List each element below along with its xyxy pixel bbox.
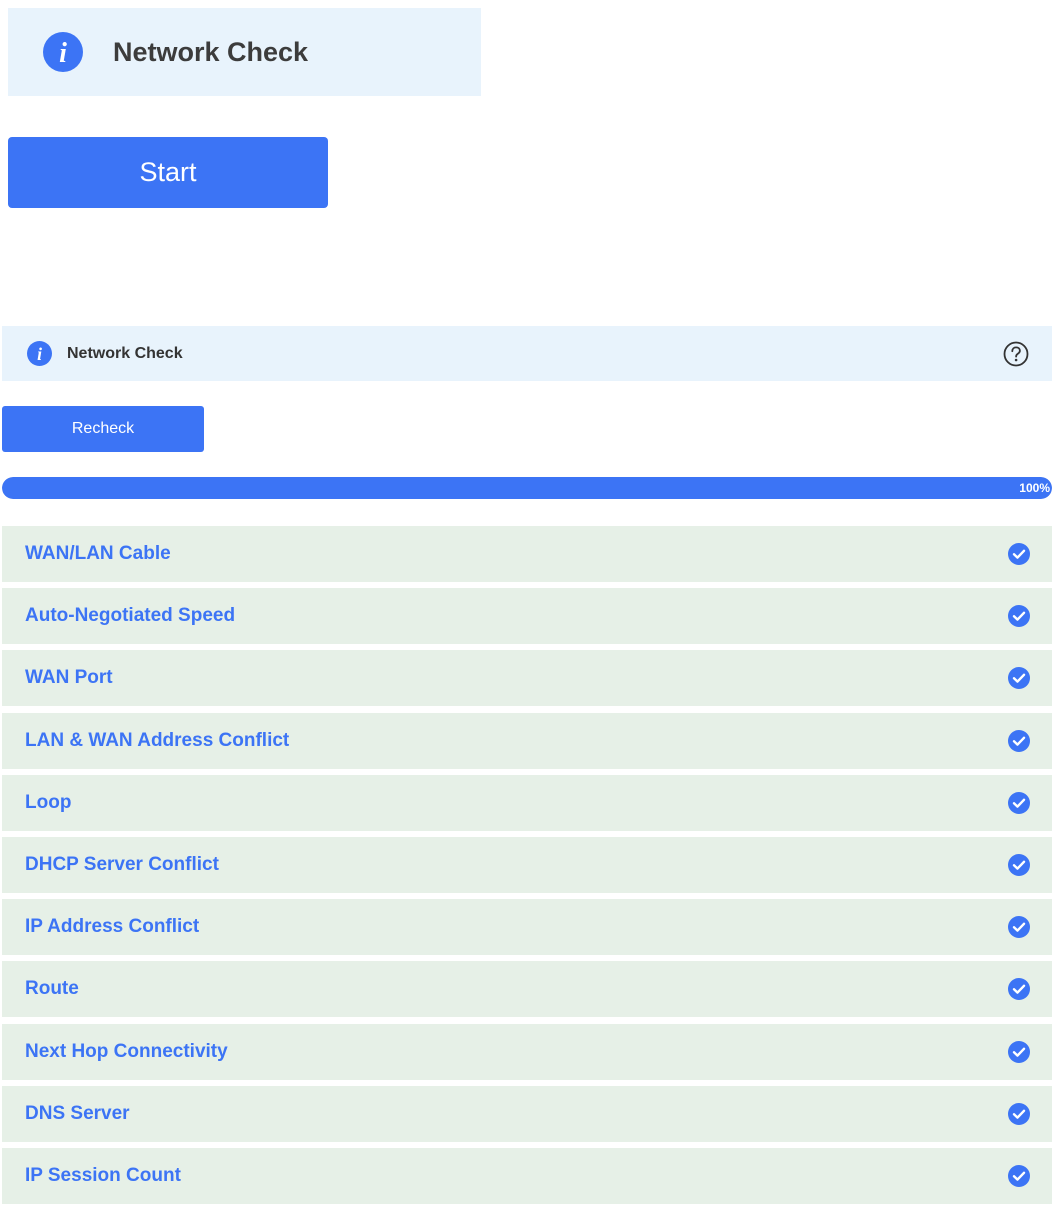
check-circle-icon — [1008, 916, 1030, 939]
check-item-label: DNS Server — [25, 1102, 130, 1124]
check-item-label: WAN/LAN Cable — [25, 543, 171, 564]
recheck-button[interactable]: Recheck — [2, 406, 204, 452]
info-icon: i — [27, 341, 52, 366]
check-item-label: Next Hop Connectivity — [25, 1040, 228, 1062]
check-circle-icon — [1008, 605, 1030, 628]
check-item: DHCP Server Conflict — [2, 836, 1052, 893]
check-list: WAN/LAN Cable Auto-Negotiated Speed WAN … — [2, 526, 1052, 1210]
check-item-label: WAN Port — [25, 667, 113, 689]
check-circle-icon — [1008, 1040, 1030, 1063]
check-item-label: IP Address Conflict — [25, 916, 200, 938]
check-item-label: Loop — [25, 791, 72, 813]
check-circle-icon — [1008, 1102, 1030, 1125]
check-item: LAN & WAN Address Conflict — [2, 712, 1052, 769]
check-circle-icon — [1008, 1164, 1030, 1187]
check-circle-icon — [1008, 853, 1030, 876]
check-circle-icon — [1008, 667, 1030, 690]
check-item: Loop — [2, 774, 1052, 831]
svg-text:i: i — [59, 38, 67, 69]
check-item-label: Auto-Negotiated Speed — [25, 605, 236, 627]
progress-label: 100% — [1019, 481, 1050, 495]
check-item-label: LAN & WAN Address Conflict — [25, 729, 290, 751]
info-icon: i — [43, 32, 83, 72]
check-circle-icon — [1008, 729, 1030, 752]
network-check-banner: i Network Check — [2, 326, 1052, 381]
svg-text:i: i — [37, 344, 42, 364]
check-item-label: Route — [25, 978, 79, 1000]
check-item: Next Hop Connectivity — [2, 1023, 1052, 1080]
check-circle-icon — [1008, 543, 1030, 565]
check-circle-icon — [1008, 978, 1030, 1001]
check-item: DNS Server — [2, 1085, 1052, 1142]
check-item: WAN/LAN Cable — [2, 526, 1052, 582]
check-circle-icon — [1008, 791, 1030, 814]
check-item-label: DHCP Server Conflict — [25, 853, 219, 875]
banner-title: Network Check — [67, 344, 183, 362]
progress-bar: 100% — [2, 477, 1052, 499]
network-check-banner-large: i Network Check — [8, 8, 481, 96]
check-item: Auto-Negotiated Speed — [2, 588, 1052, 645]
check-item: IP Address Conflict — [2, 899, 1052, 956]
check-item-label: IP Session Count — [25, 1164, 181, 1186]
check-item: WAN Port — [2, 650, 1052, 707]
check-item: Route — [2, 961, 1052, 1018]
progress-fill — [2, 477, 1052, 499]
banner-title-large: Network Check — [113, 36, 309, 67]
check-item: IP Session Count — [2, 1147, 1052, 1204]
question-circle-icon[interactable] — [1002, 340, 1030, 368]
start-button[interactable]: Start — [8, 137, 328, 208]
